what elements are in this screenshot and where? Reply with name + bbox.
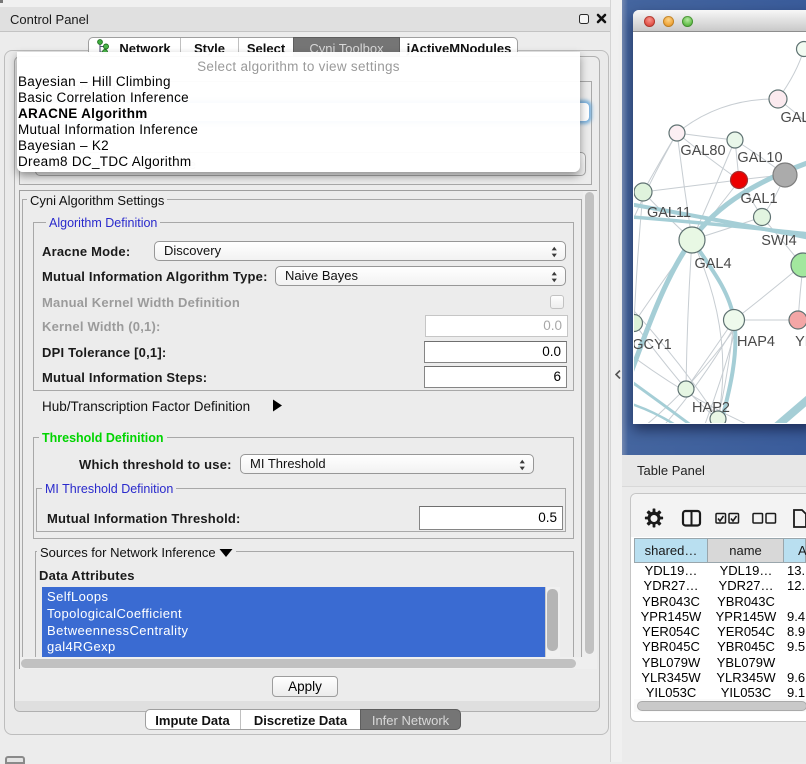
svg-text:HAP2: HAP2 — [692, 400, 730, 416]
svg-text:GAL11: GAL11 — [647, 205, 691, 221]
svg-text:GAL4: GAL4 — [694, 256, 731, 272]
svg-text:GAL1: GAL1 — [740, 191, 777, 207]
svg-text:SWI4: SWI4 — [761, 233, 796, 249]
svg-text:HAP4: HAP4 — [737, 334, 775, 350]
svg-text:GAL80: GAL80 — [680, 143, 725, 159]
svg-text:GAL7: GAL7 — [780, 110, 806, 126]
svg-text:GAL10: GAL10 — [737, 150, 782, 166]
svg-text:GCY1: GCY1 — [634, 337, 672, 353]
svg-text:YM: YM — [795, 334, 806, 350]
